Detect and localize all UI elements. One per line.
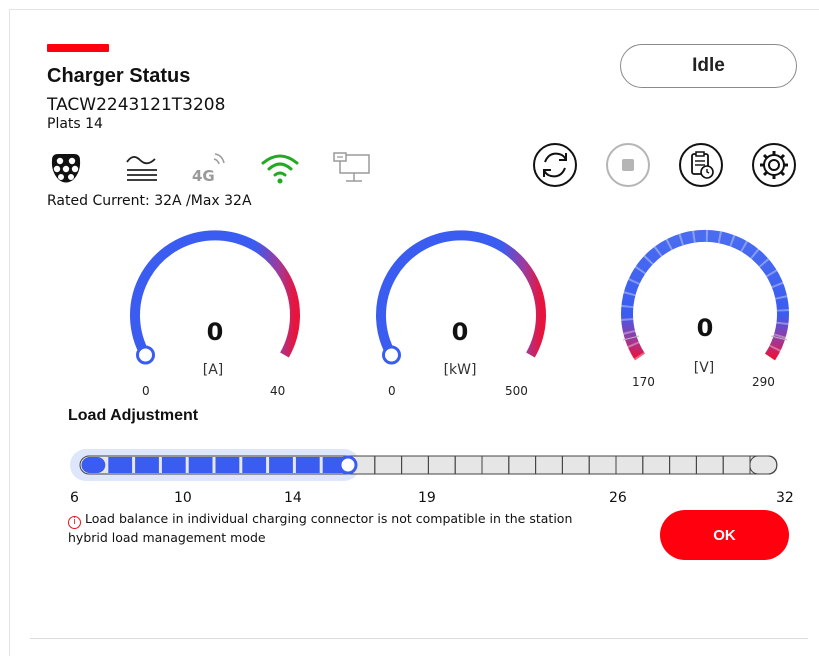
warning-text: Load balance in individual charging conn… (68, 511, 573, 545)
slider-segment (135, 457, 159, 473)
slider-tick-32: 32 (776, 490, 794, 506)
divider (30, 638, 808, 639)
4g-icon: 4G (192, 153, 225, 185)
charger-serial: TACW2243121T3208 (47, 95, 226, 115)
ok-button[interactable]: OK (660, 510, 789, 560)
current-value: 0 (206, 318, 224, 346)
current-max: 40 (270, 384, 286, 398)
slider-tick-6: 6 (70, 490, 79, 506)
voltage-value: 0 (696, 314, 714, 342)
current-unit: [A] (202, 362, 224, 378)
refresh-icon[interactable] (532, 142, 578, 188)
voltage-min: 170 (632, 375, 655, 389)
voltage-unit: [V] (693, 360, 715, 376)
schedule-icon[interactable] (678, 142, 724, 188)
current-min: 0 (142, 384, 150, 398)
power-max: 500 (505, 384, 528, 398)
slider-tick-14: 14 (284, 490, 302, 506)
slider-segment (242, 457, 267, 473)
slider-segment (215, 457, 240, 473)
slider-tick-10: 10 (174, 490, 192, 506)
slider-segment (188, 457, 213, 473)
settings-icon[interactable] (751, 142, 797, 188)
slider-tick-26: 26 (609, 490, 627, 506)
slider-segment (108, 457, 133, 473)
ethernet-icon (333, 152, 370, 182)
slider-tick-19: 19 (418, 490, 436, 506)
wifi-icon (261, 154, 299, 184)
brand-accent-bar (47, 44, 109, 52)
power-value: 0 (451, 318, 469, 346)
load-adjustment-slider[interactable] (70, 448, 785, 482)
page-title: Charger Status (47, 65, 191, 87)
load-balance-warning: i Load balance in individual charging con… (68, 510, 588, 546)
power-min: 0 (388, 384, 396, 398)
charger-location: Plats 14 (47, 116, 103, 132)
ac-power-icon (126, 156, 157, 181)
info-warning-icon: i (68, 516, 81, 529)
slider-segment (161, 457, 186, 473)
voltage-max: 290 (752, 375, 775, 389)
connector-type2-icon (51, 154, 81, 183)
svg-text:4G: 4G (192, 167, 215, 185)
load-adjustment-title: Load Adjustment (68, 407, 199, 424)
power-unit: [kW] (443, 362, 477, 378)
slider-segment (295, 457, 320, 473)
stop-icon[interactable] (605, 142, 651, 188)
slider-segment (269, 457, 293, 473)
rated-current: Rated Current: 32A /Max 32A (47, 193, 252, 209)
status-badge: Idle (620, 44, 797, 88)
slider-segment (81, 457, 106, 473)
slider-handle[interactable] (338, 455, 358, 475)
